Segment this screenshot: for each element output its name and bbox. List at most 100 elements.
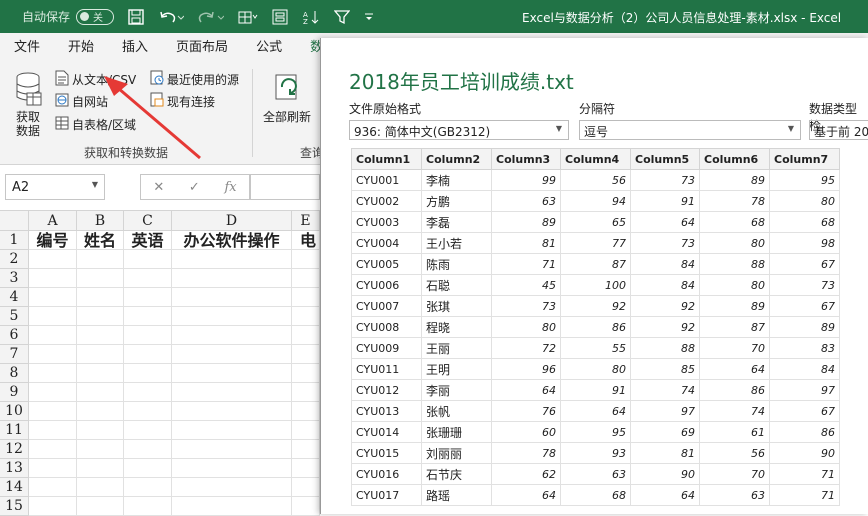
row-header-13[interactable]: 13 (0, 459, 29, 478)
cell-d1[interactable]: 办公软件操作 (172, 231, 292, 250)
from-text-csv-button[interactable]: 从文本/CSV (55, 69, 136, 89)
row-header-9[interactable]: 9 (0, 383, 29, 402)
grid-cell[interactable] (29, 383, 77, 402)
redo-icon[interactable] (198, 9, 225, 25)
grid-cell[interactable] (77, 326, 124, 345)
autosave-switch[interactable]: 关 (76, 8, 115, 25)
grid-cell[interactable] (29, 421, 77, 440)
grid-cell[interactable] (172, 440, 292, 459)
grid-cell[interactable] (77, 459, 124, 478)
grid-cell[interactable] (172, 364, 292, 383)
row-header-15[interactable]: 15 (0, 497, 29, 516)
save-icon[interactable] (128, 8, 144, 25)
delimiter-select[interactable]: 逗号 ▼ (579, 120, 801, 140)
from-web-button[interactable]: 自网站 (55, 91, 108, 111)
chevron-down-icon[interactable]: ▼ (92, 180, 98, 189)
grid-cell[interactable] (172, 383, 292, 402)
grid-cell[interactable] (124, 269, 172, 288)
chevron-down-icon[interactable]: ▼ (788, 124, 794, 133)
grid-cell[interactable] (292, 478, 320, 497)
grid-cell[interactable] (124, 288, 172, 307)
column-header-b[interactable]: B (77, 211, 124, 231)
grid-cell[interactable] (172, 288, 292, 307)
grid-cell[interactable] (77, 250, 124, 269)
grid-cell[interactable] (77, 478, 124, 497)
row-header-5[interactable]: 5 (0, 307, 29, 326)
existing-connections-button[interactable]: 现有连接 (150, 91, 215, 111)
type-detection-select[interactable]: 基于前 20 (809, 120, 868, 140)
grid-cell[interactable] (292, 269, 320, 288)
grid-cell[interactable] (29, 288, 77, 307)
tab-file[interactable]: 文件 (0, 33, 54, 63)
grid-cell[interactable] (124, 364, 172, 383)
grid-cell[interactable] (29, 269, 77, 288)
form-icon[interactable] (272, 9, 288, 25)
customize-toolbar-icon[interactable] (364, 9, 374, 25)
grid-cell[interactable] (292, 440, 320, 459)
grid-cell[interactable] (124, 440, 172, 459)
select-all-corner[interactable] (0, 211, 29, 231)
grid-cell[interactable] (29, 364, 77, 383)
recent-sources-button[interactable]: 最近使用的源 (150, 69, 239, 89)
cell-a1[interactable]: 编号 (29, 231, 77, 250)
row-header-12[interactable]: 12 (0, 440, 29, 459)
grid-cell[interactable] (172, 497, 292, 516)
grid-cell[interactable] (124, 250, 172, 269)
grid-cell[interactable] (124, 307, 172, 326)
grid-cell[interactable] (292, 326, 320, 345)
grid-cell[interactable] (292, 402, 320, 421)
formula-input[interactable] (250, 174, 320, 200)
row-header-11[interactable]: 11 (0, 421, 29, 440)
row-header-4[interactable]: 4 (0, 288, 29, 307)
grid-cell[interactable] (292, 288, 320, 307)
grid-cell[interactable] (172, 269, 292, 288)
filter-icon[interactable] (334, 9, 351, 25)
row-header-3[interactable]: 3 (0, 269, 29, 288)
autosave-toggle[interactable]: 自动保存 关 (22, 8, 115, 25)
grid-cell[interactable] (77, 497, 124, 516)
grid-cell[interactable] (172, 459, 292, 478)
grid-cell[interactable] (292, 421, 320, 440)
grid-cell[interactable] (172, 250, 292, 269)
row-header-14[interactable]: 14 (0, 478, 29, 497)
grid-cell[interactable] (77, 402, 124, 421)
grid-cell[interactable] (77, 383, 124, 402)
grid-cell[interactable] (292, 383, 320, 402)
grid-cell[interactable] (124, 478, 172, 497)
tab-insert[interactable]: 插入 (108, 33, 162, 63)
row-header-10[interactable]: 10 (0, 402, 29, 421)
row-header-1[interactable]: 1 (0, 231, 29, 250)
grid-cell[interactable] (172, 326, 292, 345)
chevron-down-icon[interactable]: ▼ (556, 124, 562, 133)
row-header-2[interactable]: 2 (0, 250, 29, 269)
cell-c1[interactable]: 英语 (124, 231, 172, 250)
refresh-all-button[interactable]: 全部刷新 (262, 73, 312, 125)
cell-b1[interactable]: 姓名 (77, 231, 124, 250)
grid-cell[interactable] (77, 364, 124, 383)
grid-cell[interactable] (77, 440, 124, 459)
grid-cell[interactable] (29, 250, 77, 269)
sort-icon[interactable]: AZ (302, 9, 320, 25)
grid-cell[interactable] (124, 402, 172, 421)
undo-icon[interactable] (158, 9, 185, 25)
insert-function-icon[interactable]: fx (224, 180, 236, 195)
grid-cell[interactable] (29, 497, 77, 516)
grid-cell[interactable] (29, 326, 77, 345)
format-cells-icon[interactable] (238, 9, 258, 25)
grid-cell[interactable] (29, 402, 77, 421)
grid-cell[interactable] (172, 402, 292, 421)
grid-cell[interactable] (77, 345, 124, 364)
grid-cell[interactable] (29, 345, 77, 364)
enter-icon[interactable]: ✓ (189, 180, 200, 195)
grid-cell[interactable] (77, 269, 124, 288)
column-header-a[interactable]: A (29, 211, 77, 231)
from-table-button[interactable]: 自表格/区域 (55, 114, 136, 134)
grid-cell[interactable] (77, 307, 124, 326)
grid-cell[interactable] (292, 307, 320, 326)
column-header-c[interactable]: C (124, 211, 172, 231)
grid-cell[interactable] (124, 497, 172, 516)
tab-formulas[interactable]: 公式 (242, 33, 296, 63)
grid-cell[interactable] (292, 459, 320, 478)
row-header-6[interactable]: 6 (0, 326, 29, 345)
grid-cell[interactable] (124, 459, 172, 478)
